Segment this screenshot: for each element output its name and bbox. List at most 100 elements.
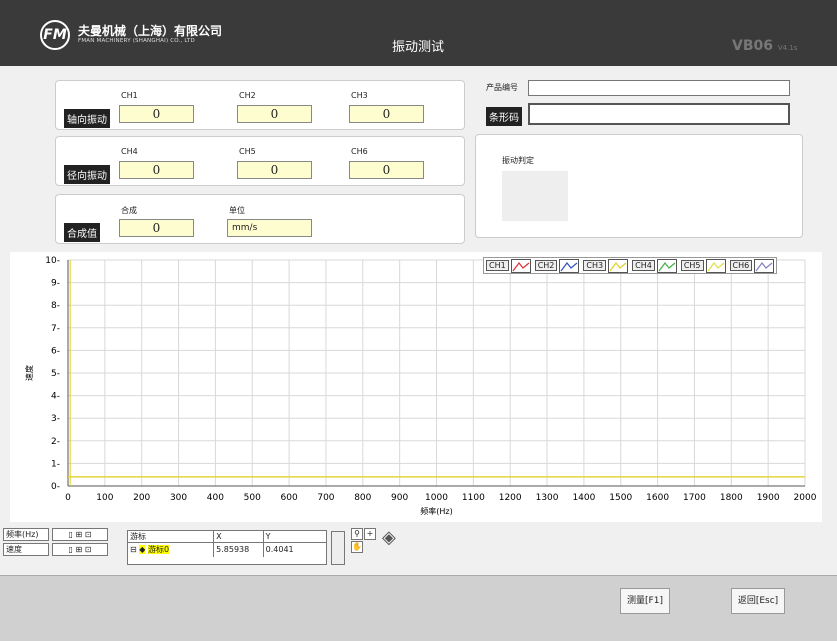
ch2-label: CH2 bbox=[239, 91, 256, 100]
y-axis-label: 速度 bbox=[24, 365, 34, 381]
ch6-label: CH6 bbox=[351, 147, 368, 156]
x-tick-label: 2000 bbox=[794, 493, 817, 503]
y-tick-label: 0- bbox=[51, 482, 60, 492]
legend-item-ch4: CH4 bbox=[632, 258, 677, 273]
freq-label: 频率(Hz) bbox=[6, 530, 39, 539]
synth-panel: 合成值 合成 0 单位 mm/s bbox=[55, 194, 465, 244]
x-tick-label: 1100 bbox=[462, 493, 485, 503]
legend-label: CH6 bbox=[729, 260, 753, 271]
radial-panel: 径向振动 CH4 0 CH5 0 CH6 0 bbox=[55, 136, 465, 186]
x-tick-label: 900 bbox=[391, 493, 408, 503]
version-sub: V4.1s bbox=[777, 44, 798, 52]
legend-label: CH5 bbox=[680, 260, 704, 271]
legend-item-ch3: CH3 bbox=[583, 258, 629, 273]
cursor-col-name: 游标 bbox=[128, 531, 215, 542]
legend-label: CH1 bbox=[486, 260, 509, 271]
y-tick-label: 7- bbox=[51, 324, 60, 334]
y-tick-label: 3- bbox=[51, 414, 60, 424]
company-name-en: FMAN MACHINERY (SHANGHAI) CO., LTD bbox=[78, 38, 195, 44]
ch1-value: 0 bbox=[119, 105, 194, 123]
barcode-label: 条形码 bbox=[486, 107, 522, 126]
cursor-table-scrollbar[interactable] bbox=[331, 531, 345, 565]
x-tick-label: 1900 bbox=[757, 493, 780, 503]
x-tick-label: 100 bbox=[96, 493, 113, 503]
legend-label: CH4 bbox=[632, 260, 655, 271]
header-bar: FM 夫曼机械（上海）有限公司 FMAN MACHINERY (SHANGHAI… bbox=[0, 0, 837, 66]
legend-item-ch1: CH1 bbox=[486, 258, 531, 273]
x-tick-label: 1700 bbox=[683, 493, 706, 503]
ch5-value: 0 bbox=[237, 161, 312, 179]
main-area: 轴向振动 CH1 0 CH2 0 CH3 0 径向振动 CH4 0 CH5 0 … bbox=[0, 66, 837, 575]
x-axis-label: 频率(Hz) bbox=[420, 506, 452, 516]
cursor-table: 游标 X Y ⊟ ◆ 游标0 5.85938 0.4041 bbox=[127, 530, 327, 565]
legend-swatch-icon bbox=[559, 258, 580, 273]
y-tick-label: 10- bbox=[45, 256, 60, 266]
legend-swatch-icon bbox=[608, 258, 629, 273]
y-tick-label: 5- bbox=[51, 369, 60, 379]
back-button[interactable]: 返回[Esc] bbox=[731, 588, 785, 614]
cursor-col-y: Y bbox=[265, 532, 271, 541]
y-tick-label: 9- bbox=[51, 279, 60, 289]
x-tick-label: 1400 bbox=[572, 493, 595, 503]
zoom-tool-icon[interactable]: ⚲ bbox=[351, 528, 363, 540]
combined-label: 合成 bbox=[121, 206, 137, 215]
x-tick-label: 0 bbox=[65, 493, 71, 503]
legend-swatch-icon bbox=[510, 258, 531, 273]
x-tick-label: 300 bbox=[170, 493, 187, 503]
y-tick-label: 8- bbox=[51, 301, 60, 311]
unit-label: 单位 bbox=[229, 206, 245, 215]
x-tick-label: 1500 bbox=[609, 493, 632, 503]
x-axis-format-button[interactable]: ▯ ⊞ ⊡ bbox=[52, 528, 108, 541]
company-name-cn: 夫曼机械（上海）有限公司 bbox=[78, 24, 223, 38]
pan-tool-icon[interactable]: + bbox=[364, 528, 376, 540]
version-main: VB06 bbox=[732, 38, 773, 54]
page-title: 振动测试 bbox=[392, 40, 445, 55]
legend-item-ch2: CH2 bbox=[534, 258, 580, 273]
ch2-value: 0 bbox=[237, 105, 312, 123]
product-number-input[interactable] bbox=[528, 80, 790, 96]
y-axis-format-button[interactable]: ▯ ⊞ ⊡ bbox=[52, 543, 108, 556]
cursor-name: 游标0 bbox=[147, 545, 170, 554]
product-number-label: 产品编号 bbox=[486, 83, 518, 92]
y-tick-label: 6- bbox=[51, 346, 60, 356]
ch4-value: 0 bbox=[119, 161, 194, 179]
measure-button[interactable]: 测量[F1] bbox=[620, 588, 670, 614]
spectrum-chart: 0 100 200 300 400 500 600 700 800 900 1000 1100 1200… bbox=[10, 252, 822, 522]
cursor-move-icon[interactable]: ◈ bbox=[382, 527, 396, 548]
ch4-label: CH4 bbox=[121, 147, 138, 156]
radial-label: 径向振动 bbox=[64, 165, 110, 184]
x-tick-label: 400 bbox=[207, 493, 224, 503]
legend-item-ch6: CH6 bbox=[729, 258, 775, 273]
ch5-label: CH5 bbox=[239, 147, 256, 156]
axial-panel: 轴向振动 CH1 0 CH2 0 CH3 0 bbox=[55, 80, 465, 130]
combined-value: 0 bbox=[119, 219, 194, 237]
cursor-row[interactable]: ⊟ ◆ 游标0 5.85938 0.4041 bbox=[128, 543, 326, 557]
bottom-bar: 测量[F1] 返回[Esc] bbox=[0, 575, 837, 641]
cursor-name-cell: ⊟ ◆ 游标0 bbox=[128, 543, 215, 557]
x-tick-label: 1300 bbox=[536, 493, 559, 503]
ch3-label: CH3 bbox=[351, 91, 368, 100]
judge-panel: 振动判定 bbox=[475, 134, 803, 238]
y-tick-label: 2- bbox=[51, 437, 60, 447]
x-axis-scale-control[interactable]: 频率(Hz) bbox=[3, 528, 49, 541]
ch3-value: 0 bbox=[349, 105, 424, 123]
legend-item-ch5: CH5 bbox=[680, 258, 726, 273]
cursor-col-x: X bbox=[214, 531, 264, 542]
x-tick-label: 1200 bbox=[499, 493, 522, 503]
speed-label: 速度 bbox=[6, 545, 22, 554]
legend-swatch-icon bbox=[754, 258, 775, 273]
hand-tool-icon[interactable]: ✋ bbox=[351, 541, 363, 553]
y-tick-label: 4- bbox=[51, 392, 60, 402]
x-tick-label: 800 bbox=[354, 493, 371, 503]
legend-swatch-icon bbox=[705, 258, 726, 273]
x-tick-label: 600 bbox=[281, 493, 298, 503]
cursor-y-cell: 0.4041 bbox=[265, 545, 294, 554]
y-axis-scale-control[interactable]: 速度 bbox=[3, 543, 49, 556]
x-tick-label: 500 bbox=[244, 493, 261, 503]
company-logo: FM bbox=[40, 20, 70, 50]
legend-swatch-icon bbox=[656, 258, 677, 273]
barcode-input[interactable] bbox=[528, 103, 790, 125]
legend-label: CH3 bbox=[583, 260, 607, 271]
judge-label: 振动判定 bbox=[502, 156, 534, 165]
legend-label: CH2 bbox=[534, 260, 558, 271]
